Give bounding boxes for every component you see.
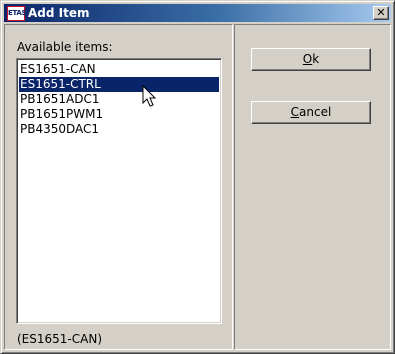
title-bar[interactable]: ETAS Add Item ✕ (4, 4, 391, 22)
list-item-selected[interactable]: ES1651-CTRL (19, 77, 219, 92)
ok-label-rest: k (312, 52, 320, 66)
ok-button[interactable]: Ok (251, 48, 371, 71)
selection-status-text: (ES1651-CAN) (17, 332, 102, 346)
arrow-pointer-icon (142, 85, 157, 107)
list-item[interactable]: ES1651-CAN (19, 62, 219, 77)
close-button[interactable]: ✕ (373, 6, 389, 20)
cancel-label-rest: ancel (299, 105, 332, 119)
list-item[interactable]: PB1651ADC1 (19, 92, 219, 107)
window-title: Add Item (28, 6, 90, 20)
cancel-button[interactable]: Cancel (251, 101, 371, 124)
available-items-label: Available items: (17, 40, 113, 54)
list-item[interactable]: PB1651PWM1 (19, 107, 219, 122)
ok-mnemonic: O (302, 52, 313, 66)
list-item[interactable]: PB4350DAC1 (19, 122, 219, 137)
close-icon: ✕ (376, 6, 386, 19)
available-items-listbox[interactable]: ES1651-CAN ES1651-CTRL PB1651ADC1 PB1651… (16, 58, 222, 324)
etas-logo-icon: ETAS (7, 6, 27, 21)
buttons-pane (234, 24, 391, 350)
cancel-mnemonic: C (290, 105, 300, 119)
